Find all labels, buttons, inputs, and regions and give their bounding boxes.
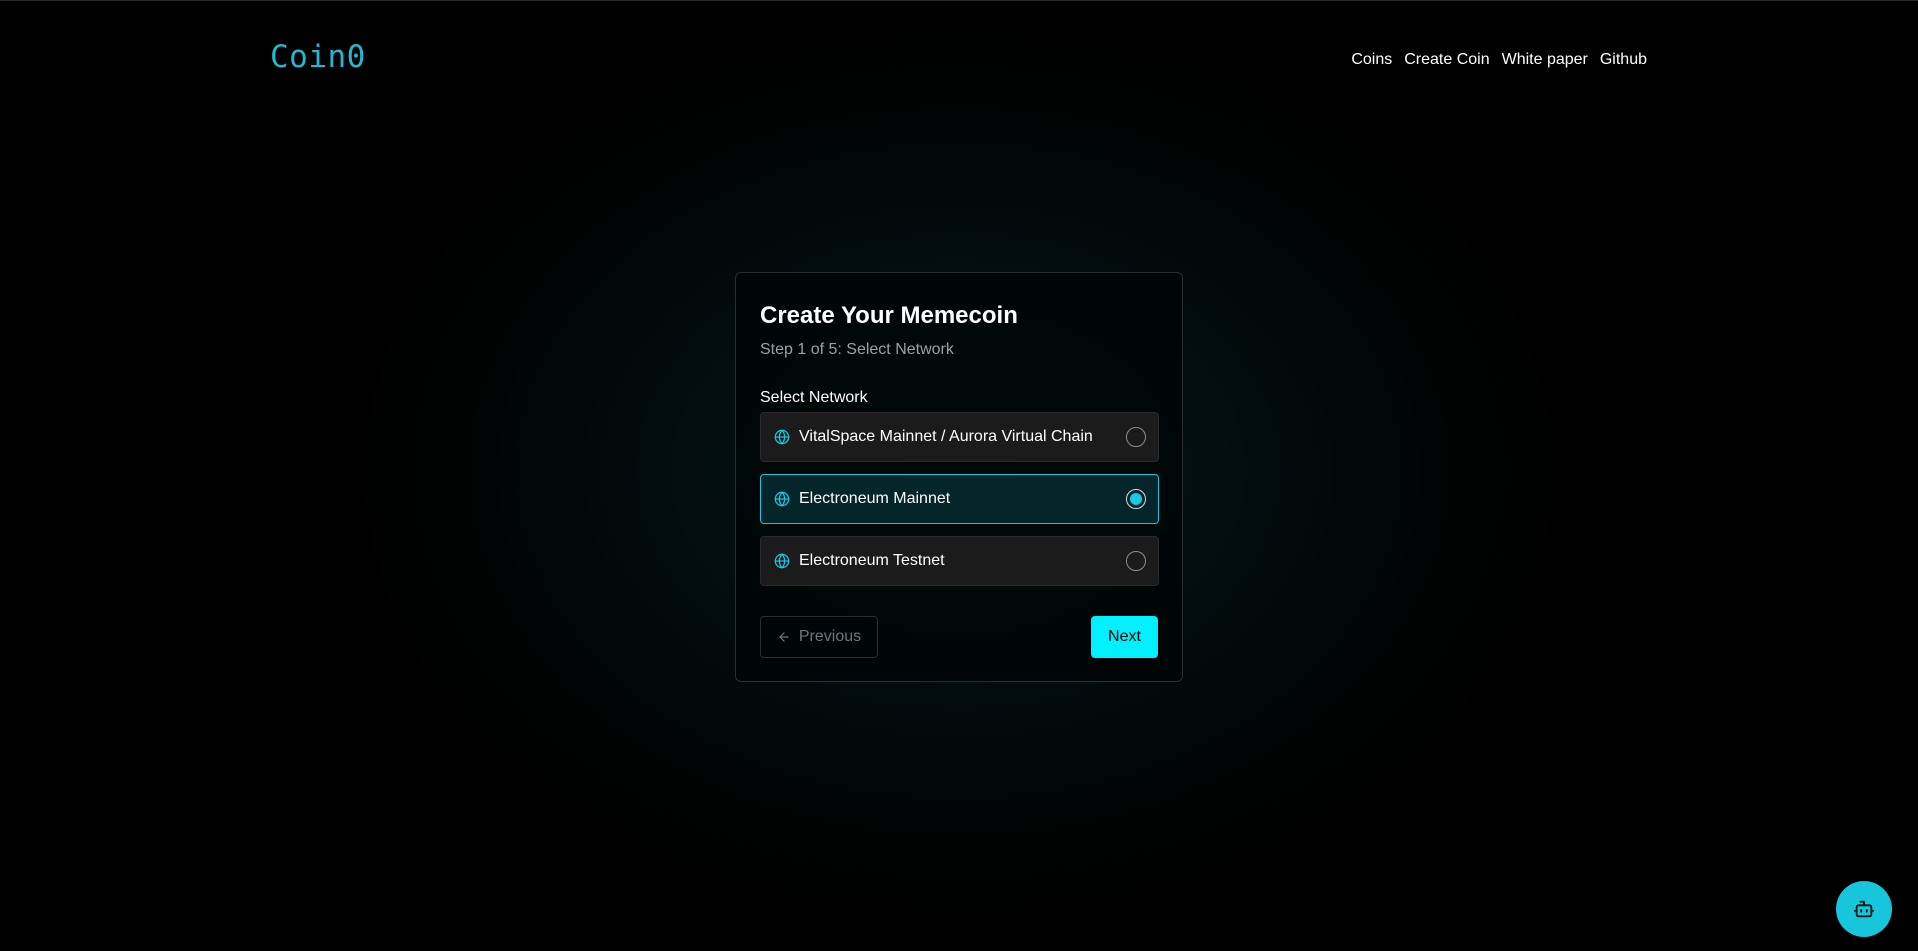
network-option-vitalspace[interactable]: VitalSpace Mainnet / Aurora Virtual Chai… <box>760 412 1159 462</box>
globe-icon <box>773 552 791 570</box>
network-option-label: Electroneum Testnet <box>799 552 945 569</box>
previous-button[interactable]: Previous <box>760 616 878 658</box>
top-nav: Coins Create Coin White paper Github <box>1351 51 1647 69</box>
nav-item-coins[interactable]: Coins <box>1351 51 1392 69</box>
logo[interactable]: Coin0 <box>270 39 366 75</box>
page: Coin0 Coins Create Coin White paper Gith… <box>0 0 1918 951</box>
radio-dot <box>1130 493 1142 505</box>
arrow-left-icon <box>777 630 791 644</box>
assistant-button[interactable] <box>1836 881 1892 937</box>
radio-button[interactable] <box>1126 427 1146 447</box>
nav-item-github[interactable]: Github <box>1600 51 1647 69</box>
network-option-label: Electroneum Mainnet <box>799 490 951 507</box>
network-option-electroneum-mainnet[interactable]: Electroneum Mainnet <box>760 474 1159 524</box>
globe-icon <box>773 490 791 508</box>
globe-icon <box>773 428 791 446</box>
next-button[interactable]: Next <box>1091 616 1158 658</box>
step-indicator: Step 1 of 5: Select Network <box>760 341 954 358</box>
nav-item-white-paper[interactable]: White paper <box>1502 51 1588 69</box>
card-title: Create Your Memecoin <box>760 302 1018 329</box>
network-option-label: VitalSpace Mainnet / Aurora Virtual Chai… <box>799 428 1093 445</box>
network-option-electroneum-testnet[interactable]: Electroneum Testnet <box>760 536 1159 586</box>
select-network-label: Select Network <box>760 389 868 406</box>
bot-icon <box>1853 898 1875 920</box>
nav-item-create-coin[interactable]: Create Coin <box>1404 51 1489 69</box>
create-memecoin-card: Create Your Memecoin Step 1 of 5: Select… <box>735 272 1183 682</box>
radio-button-selected[interactable] <box>1126 489 1146 509</box>
previous-button-label: Previous <box>798 628 862 645</box>
radio-button[interactable] <box>1126 551 1146 571</box>
